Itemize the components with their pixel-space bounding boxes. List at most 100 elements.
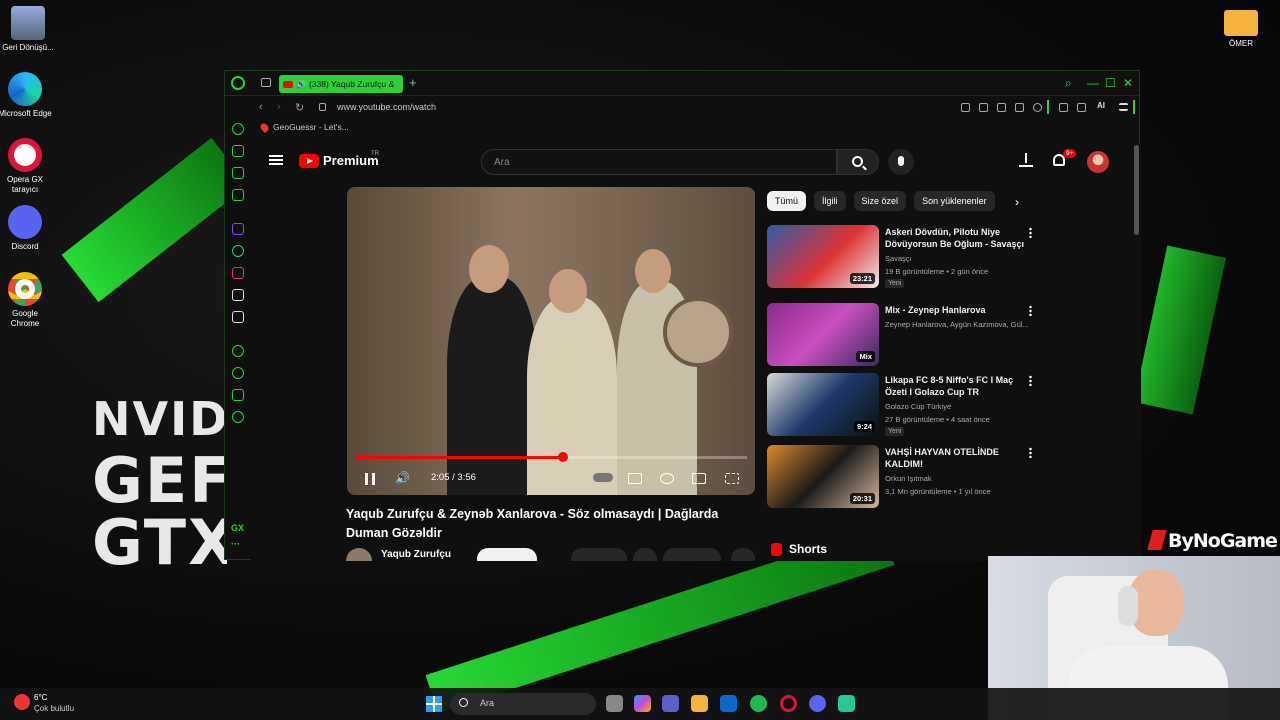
desktop-icon-folder-omer[interactable]: ÖMER [1213,6,1269,49]
desktop-icon-opera-gx[interactable]: Opera GX tarayıcı [0,138,53,195]
forward-button[interactable]: › [277,101,281,113]
gx-control-icon[interactable] [232,123,244,135]
weather-temperature[interactable]: 6°C [34,693,47,702]
url-field[interactable]: www.youtube.com/watch [337,102,436,112]
recommendation-channel[interactable]: Savaşçı [885,254,912,263]
chevron-right-icon[interactable]: › [1015,195,1019,209]
more-actions-button[interactable] [731,548,755,561]
store-icon[interactable] [720,695,737,712]
chip-recent[interactable]: Son yüklenenler [914,191,995,211]
more-options-icon[interactable] [1029,375,1032,386]
app-icon[interactable] [838,695,855,712]
adblock-icon[interactable] [997,103,1006,112]
messenger-icon[interactable] [232,189,244,201]
video-player[interactable]: 🔊 2:05 / 3:56 [347,187,755,495]
easy-setup-icon[interactable] [1119,103,1128,111]
opera-gx-menu-icon[interactable] [231,76,245,90]
page-scrollbar[interactable] [1134,145,1139,235]
more-icon[interactable]: ··· [231,539,240,549]
bookmark-geoguessr[interactable]: GeoGuessr - Let's... [273,122,349,132]
heart-icon[interactable] [1033,103,1042,112]
gx-label[interactable]: GX [231,523,244,533]
tab-youtube[interactable]: 🔊 (338) Yaqub Zurufçu & [279,75,403,93]
pin-icon[interactable] [961,103,970,112]
taskbar-search[interactable]: Ara [450,693,596,715]
pause-button[interactable] [365,473,375,485]
settings-gear-icon[interactable] [660,473,674,484]
recommendation-item[interactable]: 20:31 VAHŞİ HAYVAN OTELİNDE KALDIM! Orku… [767,445,1037,509]
task-view-icon[interactable] [606,695,623,712]
desktop-icon-recycle-bin[interactable]: Geri Dönüşü... [0,6,56,53]
weather-condition[interactable]: Çok bulutlu [34,704,74,713]
speaker-icon[interactable]: 🔊 [296,80,306,89]
opera-gx-taskbar-icon[interactable] [780,695,797,712]
search-icon[interactable]: ⌕ [1065,76,1072,91]
lock-icon[interactable] [319,103,326,111]
tiktok-icon[interactable] [232,289,244,301]
settings-icon[interactable] [232,411,244,423]
recommendation-item[interactable]: 9:24 Likapa FC 8-5 Niffo's FC I Maç Özet… [767,373,1037,437]
hamburger-menu-icon[interactable] [269,155,283,165]
upload-icon[interactable] [1019,153,1033,167]
video-progress-bar[interactable] [355,452,747,462]
desktop-icon-discord[interactable]: Discord [0,205,53,252]
player-icon[interactable] [1015,103,1024,112]
channel-name[interactable]: Yaqub Zurufçu [381,549,451,560]
recommendation-title[interactable]: Askeri Dövdün, Pilotu Niye Dövüyorsun Be… [885,226,1025,250]
desktop-icon-chrome[interactable]: Google Chrome [0,272,53,329]
subtitles-icon[interactable] [628,473,642,484]
scrubber-handle[interactable] [557,452,568,462]
new-tab-button[interactable]: + [409,75,417,90]
channel-avatar[interactable] [346,548,372,561]
teams-icon[interactable] [662,695,679,712]
more-options-icon[interactable] [1029,447,1032,458]
player-sidebar-icon[interactable] [232,345,244,357]
back-button[interactable]: ‹ [259,101,263,113]
chip-related[interactable]: İlgili [814,191,846,211]
search-input[interactable]: Ara [481,149,837,175]
avatar[interactable] [1087,151,1109,173]
fullscreen-icon[interactable] [725,473,739,484]
aria-ai-button[interactable]: AI [1097,101,1105,110]
search-button[interactable] [837,149,879,175]
save-button[interactable] [633,548,657,561]
video-thumbnail[interactable]: 9:24 [767,373,879,436]
minimize-button[interactable]: — [1087,76,1099,90]
autoplay-toggle[interactable] [593,473,613,482]
recommendation-channel[interactable]: Golazo Cup Türkiye [885,402,951,411]
recommendation-title[interactable]: Likapa FC 8-5 Niffo's FC I Maç Özeti I G… [885,374,1025,398]
chip-for-you[interactable]: Size özel [853,191,907,211]
instagram-icon[interactable] [232,267,244,279]
profile-icon[interactable] [1059,103,1068,112]
maximize-button[interactable]: ☐ [1105,76,1116,90]
close-button[interactable]: ✕ [1123,76,1133,90]
chat-icon[interactable] [232,389,244,401]
tab-island-icon[interactable] [261,78,271,87]
recommendation-item[interactable]: 23:21 Askeri Dövdün, Pilotu Niye Dövüyor… [767,225,1037,289]
reload-button[interactable]: ↻ [295,101,304,114]
spotify-icon[interactable] [750,695,767,712]
weather-icon[interactable] [14,694,30,710]
whatsapp-icon[interactable] [232,245,244,257]
discord-taskbar-icon[interactable] [809,695,826,712]
like-button[interactable] [571,548,627,561]
more-options-icon[interactable] [1029,305,1032,316]
file-explorer-icon[interactable] [691,695,708,712]
gx-corner-icon[interactable] [232,145,244,157]
recommendation-channel[interactable]: Zeynep Hanlarova, Aygün Kazımova, Gül... [885,320,1029,329]
video-thumbnail[interactable]: Mix [767,303,879,366]
chip-all[interactable]: Tümü [767,191,807,211]
recommendation-channel[interactable]: Orkun Işıtmak [885,474,932,483]
twitch-icon[interactable] [232,223,244,235]
download-icon[interactable] [1077,103,1086,112]
history-icon[interactable] [232,367,244,379]
video-thumbnail[interactable]: 23:21 [767,225,879,288]
video-thumbnail[interactable]: 20:31 [767,445,879,508]
desktop-icon-edge[interactable]: Microsoft Edge [0,72,53,119]
cleaner-icon[interactable] [232,167,244,179]
recommendation-title[interactable]: VAHŞİ HAYVAN OTELİNDE KALDIM! [885,446,1025,470]
voice-search-icon[interactable] [888,149,914,175]
volume-icon[interactable]: 🔊 [395,471,410,485]
copilot-icon[interactable] [634,695,651,712]
x-icon[interactable] [232,311,244,323]
